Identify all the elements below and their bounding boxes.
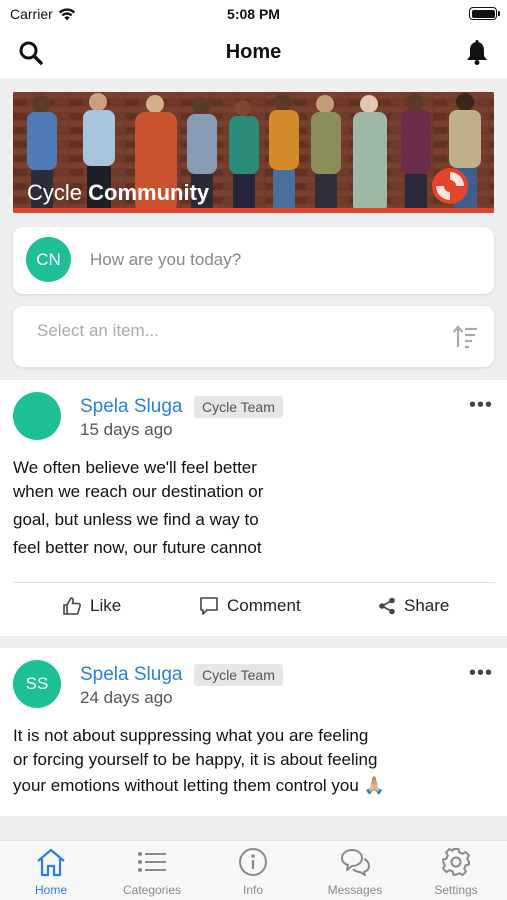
avatar: CN (26, 237, 71, 282)
post-line: when we reach our destination or (13, 482, 264, 501)
tab-home[interactable]: Home (11, 847, 91, 897)
banner-caption-light: Cycle (27, 180, 89, 205)
post-author[interactable]: Spela Sluga (80, 664, 182, 686)
post-body: We often believe we'll feel better when … (13, 456, 473, 560)
share-icon (379, 597, 395, 615)
nav-bar: Home (0, 28, 507, 78)
post-body: It is not about suppressing what you are… (13, 724, 473, 798)
community-banner[interactable]: Cycle Community (13, 92, 494, 213)
sort-icon[interactable] (452, 325, 478, 349)
category-select[interactable]: Select an item... (13, 306, 494, 367)
comment-icon (200, 597, 218, 615)
info-icon (239, 848, 267, 876)
tab-label: Home (34, 883, 67, 897)
thumbs-up-icon (63, 597, 81, 615)
banner-caption: Cycle Community (27, 180, 209, 206)
tab-label: Messages (327, 883, 383, 897)
tab-settings[interactable]: Settings (416, 847, 496, 897)
role-badge: Cycle Team (194, 664, 283, 686)
composer-placeholder[interactable]: How are you today? (90, 250, 241, 270)
share-button[interactable]: Share (378, 596, 449, 616)
home-icon (37, 848, 65, 877)
feed-post: SS Spela Sluga Cycle Team 24 days ago ••… (0, 648, 507, 816)
post-line: We often believe we'll feel better (13, 458, 257, 477)
status-time: 5:08 PM (227, 6, 280, 22)
tab-categories[interactable]: Categories (112, 847, 192, 897)
post-line: goal, but unless we find a way to (13, 510, 259, 529)
role-badge: Cycle Team (194, 396, 283, 418)
post-timestamp: 24 days ago (80, 688, 173, 707)
comment-label: Comment (227, 596, 301, 615)
comment-button[interactable]: Comment (199, 596, 301, 616)
post-actions: Like Comment Share (0, 596, 507, 618)
bell-icon[interactable] (465, 40, 489, 66)
page-title: Home (225, 41, 282, 63)
chat-icon (341, 849, 370, 876)
tab-label: Info (242, 883, 263, 897)
banner-caption-bold: Community (88, 180, 210, 205)
status-bar: Carrier 5:08 PM (0, 0, 507, 28)
list-icon (138, 852, 166, 872)
avatar[interactable] (13, 392, 61, 440)
tab-info[interactable]: Info (213, 847, 293, 897)
post-author[interactable]: Spela Sluga (80, 396, 182, 418)
post-line: feel better now, our future cannot (13, 538, 262, 557)
post-timestamp: 15 days ago (80, 420, 173, 439)
post-line: or forcing yourself to be happy, it is a… (13, 750, 378, 769)
tab-bar: Home Categories Info Messages Settings (0, 840, 507, 900)
feed-post: Spela Sluga Cycle Team 15 days ago ••• W… (0, 380, 507, 636)
post-line: It is not about suppressing what you are… (13, 726, 369, 745)
tab-label: Categories (122, 883, 182, 897)
battery-icon (469, 7, 500, 20)
gear-icon (442, 848, 470, 876)
post-composer[interactable]: CN How are you today? (13, 227, 494, 294)
select-placeholder: Select an item... (37, 321, 159, 340)
like-label: Like (90, 596, 122, 615)
tab-label: Settings (434, 883, 478, 897)
tab-messages[interactable]: Messages (315, 847, 395, 897)
more-options-icon[interactable]: ••• (469, 395, 493, 415)
share-label: Share (404, 596, 450, 615)
like-button[interactable]: Like (62, 596, 121, 616)
avatar[interactable]: SS (13, 660, 61, 708)
divider (13, 582, 494, 583)
post-line: your emotions without letting them contr… (13, 776, 385, 795)
more-options-icon[interactable]: ••• (469, 663, 493, 683)
